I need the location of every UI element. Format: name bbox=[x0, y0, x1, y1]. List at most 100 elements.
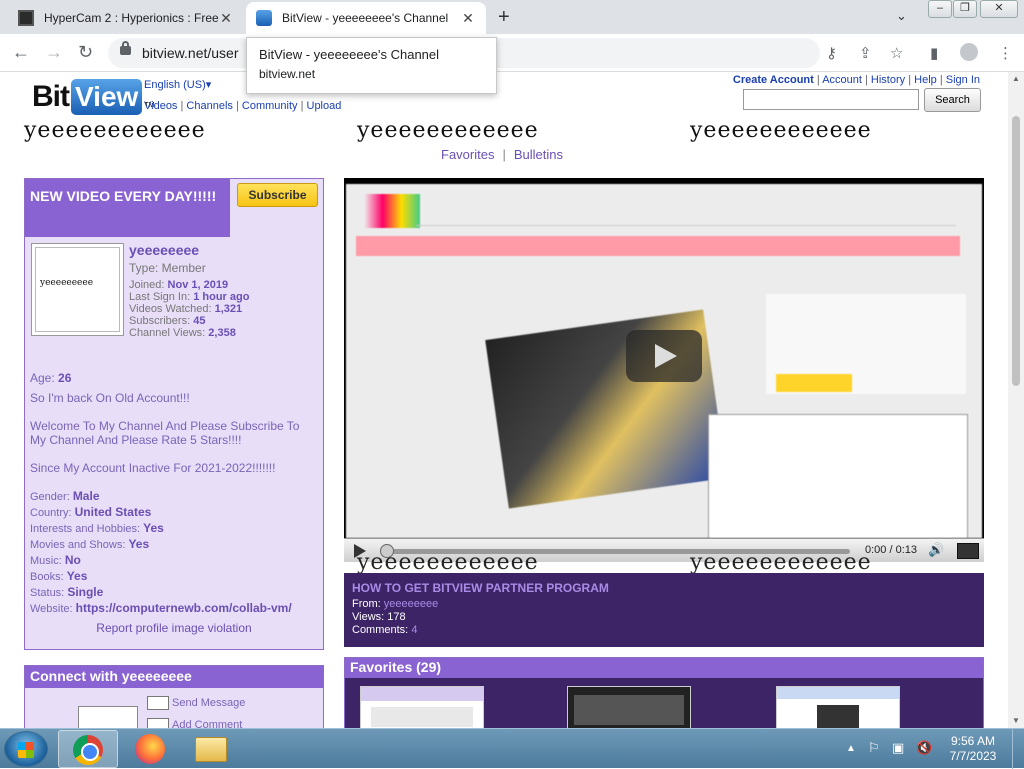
report-profile-link[interactable]: Report profile image violation bbox=[25, 621, 323, 635]
lock-icon[interactable] bbox=[120, 41, 131, 55]
favorite-thumbnail[interactable] bbox=[776, 686, 900, 728]
tab-bitview[interactable]: BitView - yeeeeeeee's Channel ✕ bbox=[246, 2, 486, 34]
clock-time: 9:56 AM bbox=[950, 734, 996, 748]
create-account-link[interactable]: Create Account bbox=[733, 74, 814, 86]
back-icon[interactable]: ← bbox=[12, 42, 30, 63]
reload-icon[interactable]: ↻ bbox=[78, 42, 93, 63]
minimize-button[interactable]: – bbox=[928, 0, 952, 18]
connect-header: Connect with yeeeeeeee bbox=[25, 666, 323, 688]
time-display: 0:00 / 0:13 bbox=[865, 544, 917, 556]
start-button[interactable] bbox=[4, 731, 48, 767]
video-frame-logo bbox=[364, 194, 420, 228]
close-tab-icon[interactable]: ✕ bbox=[460, 10, 476, 27]
favorites-link[interactable]: Favorites bbox=[441, 147, 494, 162]
channel-username[interactable]: yeeeeeeee bbox=[129, 242, 199, 258]
nav-videos[interactable]: Videos bbox=[144, 100, 177, 112]
help-link[interactable]: Help bbox=[914, 74, 937, 86]
scroll-down-icon[interactable]: ▼ bbox=[1012, 716, 1020, 725]
close-window-button[interactable]: ✕ bbox=[980, 0, 1018, 18]
video-player[interactable]: 0:00 / 0:13 🔊 bbox=[344, 178, 984, 562]
main-nav: Videos | Channels | Community | Upload bbox=[144, 100, 342, 112]
bio-line: Welcome To My Channel And Please Subscri… bbox=[30, 419, 300, 433]
new-tab-button[interactable]: + bbox=[498, 6, 510, 29]
hover-card-domain: bitview.net bbox=[259, 67, 316, 81]
video-views: Views: 178 bbox=[352, 611, 406, 623]
big-play-icon[interactable] bbox=[626, 330, 702, 382]
volume-icon[interactable]: 🔊 bbox=[928, 542, 944, 558]
search-input[interactable] bbox=[743, 89, 919, 110]
add-comment-link[interactable]: Add Comment bbox=[147, 718, 242, 728]
video-frame-panel bbox=[708, 414, 968, 538]
network-icon[interactable]: ▣ bbox=[892, 740, 904, 756]
bulletins-link[interactable]: Bulletins bbox=[514, 147, 563, 162]
account-link[interactable]: Account bbox=[822, 74, 862, 86]
subscribe-button[interactable]: Subscribe bbox=[237, 183, 318, 207]
taskbar-chrome[interactable] bbox=[58, 730, 118, 768]
close-tab-icon[interactable]: ✕ bbox=[218, 10, 234, 27]
nav-community[interactable]: Community bbox=[242, 100, 298, 112]
video-info: HOW TO GET BITVIEW PARTNER PROGRAM From:… bbox=[344, 573, 984, 647]
connect-box: Connect with yeeeeeeee Send Message Add … bbox=[24, 665, 324, 728]
video-author-link[interactable]: yeeeeeeee bbox=[384, 598, 438, 610]
detail-country: Country: United States bbox=[30, 505, 152, 519]
star-icon[interactable]: ☆ bbox=[890, 44, 903, 62]
volume-muted-icon[interactable]: 🔇 bbox=[916, 740, 932, 756]
profile-header: NEW VIDEO EVERY DAY!!!!! bbox=[25, 179, 230, 237]
stat-subscribers: Subscribers: 45 bbox=[129, 315, 206, 327]
film-icon bbox=[18, 10, 34, 26]
bio-line: Since My Account Inactive For 2021-2022!… bbox=[30, 461, 276, 475]
forward-icon[interactable]: → bbox=[45, 42, 63, 63]
banner-text: yeeeeeeeeeeee bbox=[690, 118, 872, 143]
bio-line: So I'm back On Old Account!!! bbox=[30, 391, 190, 405]
tab-hypercam[interactable]: HyperCam 2 : Hyperionics : Free ✕ bbox=[8, 2, 244, 34]
action-center-icon[interactable]: ⚐ bbox=[868, 740, 880, 756]
key-icon[interactable]: ⚷ bbox=[826, 44, 837, 62]
stat-channel-views: Channel Views: 2,358 bbox=[129, 327, 236, 339]
share-icon[interactable]: ⇪ bbox=[859, 44, 872, 62]
menu-icon[interactable]: ⋮ bbox=[998, 44, 1013, 62]
fullscreen-icon[interactable] bbox=[957, 543, 979, 559]
nav-channels[interactable]: Channels bbox=[186, 100, 232, 112]
tab-strip: HyperCam 2 : Hyperionics : Free ✕ BitVie… bbox=[0, 0, 1024, 34]
stat-joined: Joined: Nov 1, 2019 bbox=[129, 279, 229, 291]
nav-upload[interactable]: Upload bbox=[307, 100, 342, 112]
bitview-logo[interactable]: Bit View TM bbox=[32, 79, 154, 115]
taskbar: ▲ ⚐ ▣ 🔇 9:56 AM 7/7/2023 bbox=[0, 728, 1024, 769]
page-scrollbar[interactable]: ▲ ▼ bbox=[1008, 72, 1024, 728]
language-selector[interactable]: English (US)▾ bbox=[144, 78, 211, 91]
detail-gender: Gender: Male bbox=[30, 489, 100, 503]
favorite-thumbnail[interactable] bbox=[360, 686, 484, 728]
profile-icon[interactable] bbox=[960, 43, 978, 61]
show-desktop-button[interactable] bbox=[1012, 729, 1024, 769]
stat-last-sign-in: Last Sign In: 1 hour ago bbox=[129, 291, 250, 303]
video-from: From: yeeeeeeee bbox=[352, 598, 439, 610]
scroll-up-icon[interactable]: ▲ bbox=[1012, 74, 1020, 83]
scroll-thumb[interactable] bbox=[1012, 116, 1020, 386]
avatar[interactable]: yeeeeeeeee bbox=[31, 243, 124, 336]
video-title[interactable]: HOW TO GET BITVIEW PARTNER PROGRAM bbox=[352, 581, 976, 595]
search-button[interactable]: Search bbox=[924, 88, 981, 112]
clock[interactable]: 9:56 AM 7/7/2023 bbox=[944, 734, 1002, 764]
url-text[interactable]: bitview.net/user bbox=[142, 45, 239, 61]
sign-in-link[interactable]: Sign In bbox=[946, 74, 980, 86]
tab-search-button[interactable]: ⌄ bbox=[896, 8, 907, 24]
maximize-button[interactable]: ❐ bbox=[953, 0, 977, 18]
website-link[interactable]: https://computernewb.com/collab-vm/ bbox=[76, 601, 292, 615]
favorite-thumbnail[interactable] bbox=[567, 686, 691, 728]
video-frame-nav bbox=[416, 204, 956, 226]
profile-box: NEW VIDEO EVERY DAY!!!!! Subscribe yeeee… bbox=[24, 178, 324, 650]
channel-subnav: Favorites | Bulletins bbox=[441, 147, 563, 162]
bio-line: My Channel And Please Rate 5 Stars!!!! bbox=[30, 433, 242, 447]
video-frame-banner bbox=[356, 236, 960, 256]
browser-toolbar: ← → ↻ bitview.net/user ⚷ ⇪ ☆ ▮ ⋮ bbox=[0, 34, 1024, 72]
detail-books: Books: Yes bbox=[30, 569, 88, 583]
tab-title: BitView - yeeeeeeee's Channel bbox=[282, 11, 449, 25]
connect-avatar[interactable] bbox=[78, 706, 138, 728]
detail-music: Music: No bbox=[30, 553, 81, 567]
side-panel-icon[interactable]: ▮ bbox=[930, 44, 938, 62]
history-link[interactable]: History bbox=[871, 74, 905, 86]
taskbar-explorer[interactable] bbox=[182, 730, 242, 768]
taskbar-firefox[interactable] bbox=[120, 730, 180, 768]
send-message-link[interactable]: Send Message bbox=[147, 696, 245, 710]
tray-expand-icon[interactable]: ▲ bbox=[846, 743, 856, 754]
